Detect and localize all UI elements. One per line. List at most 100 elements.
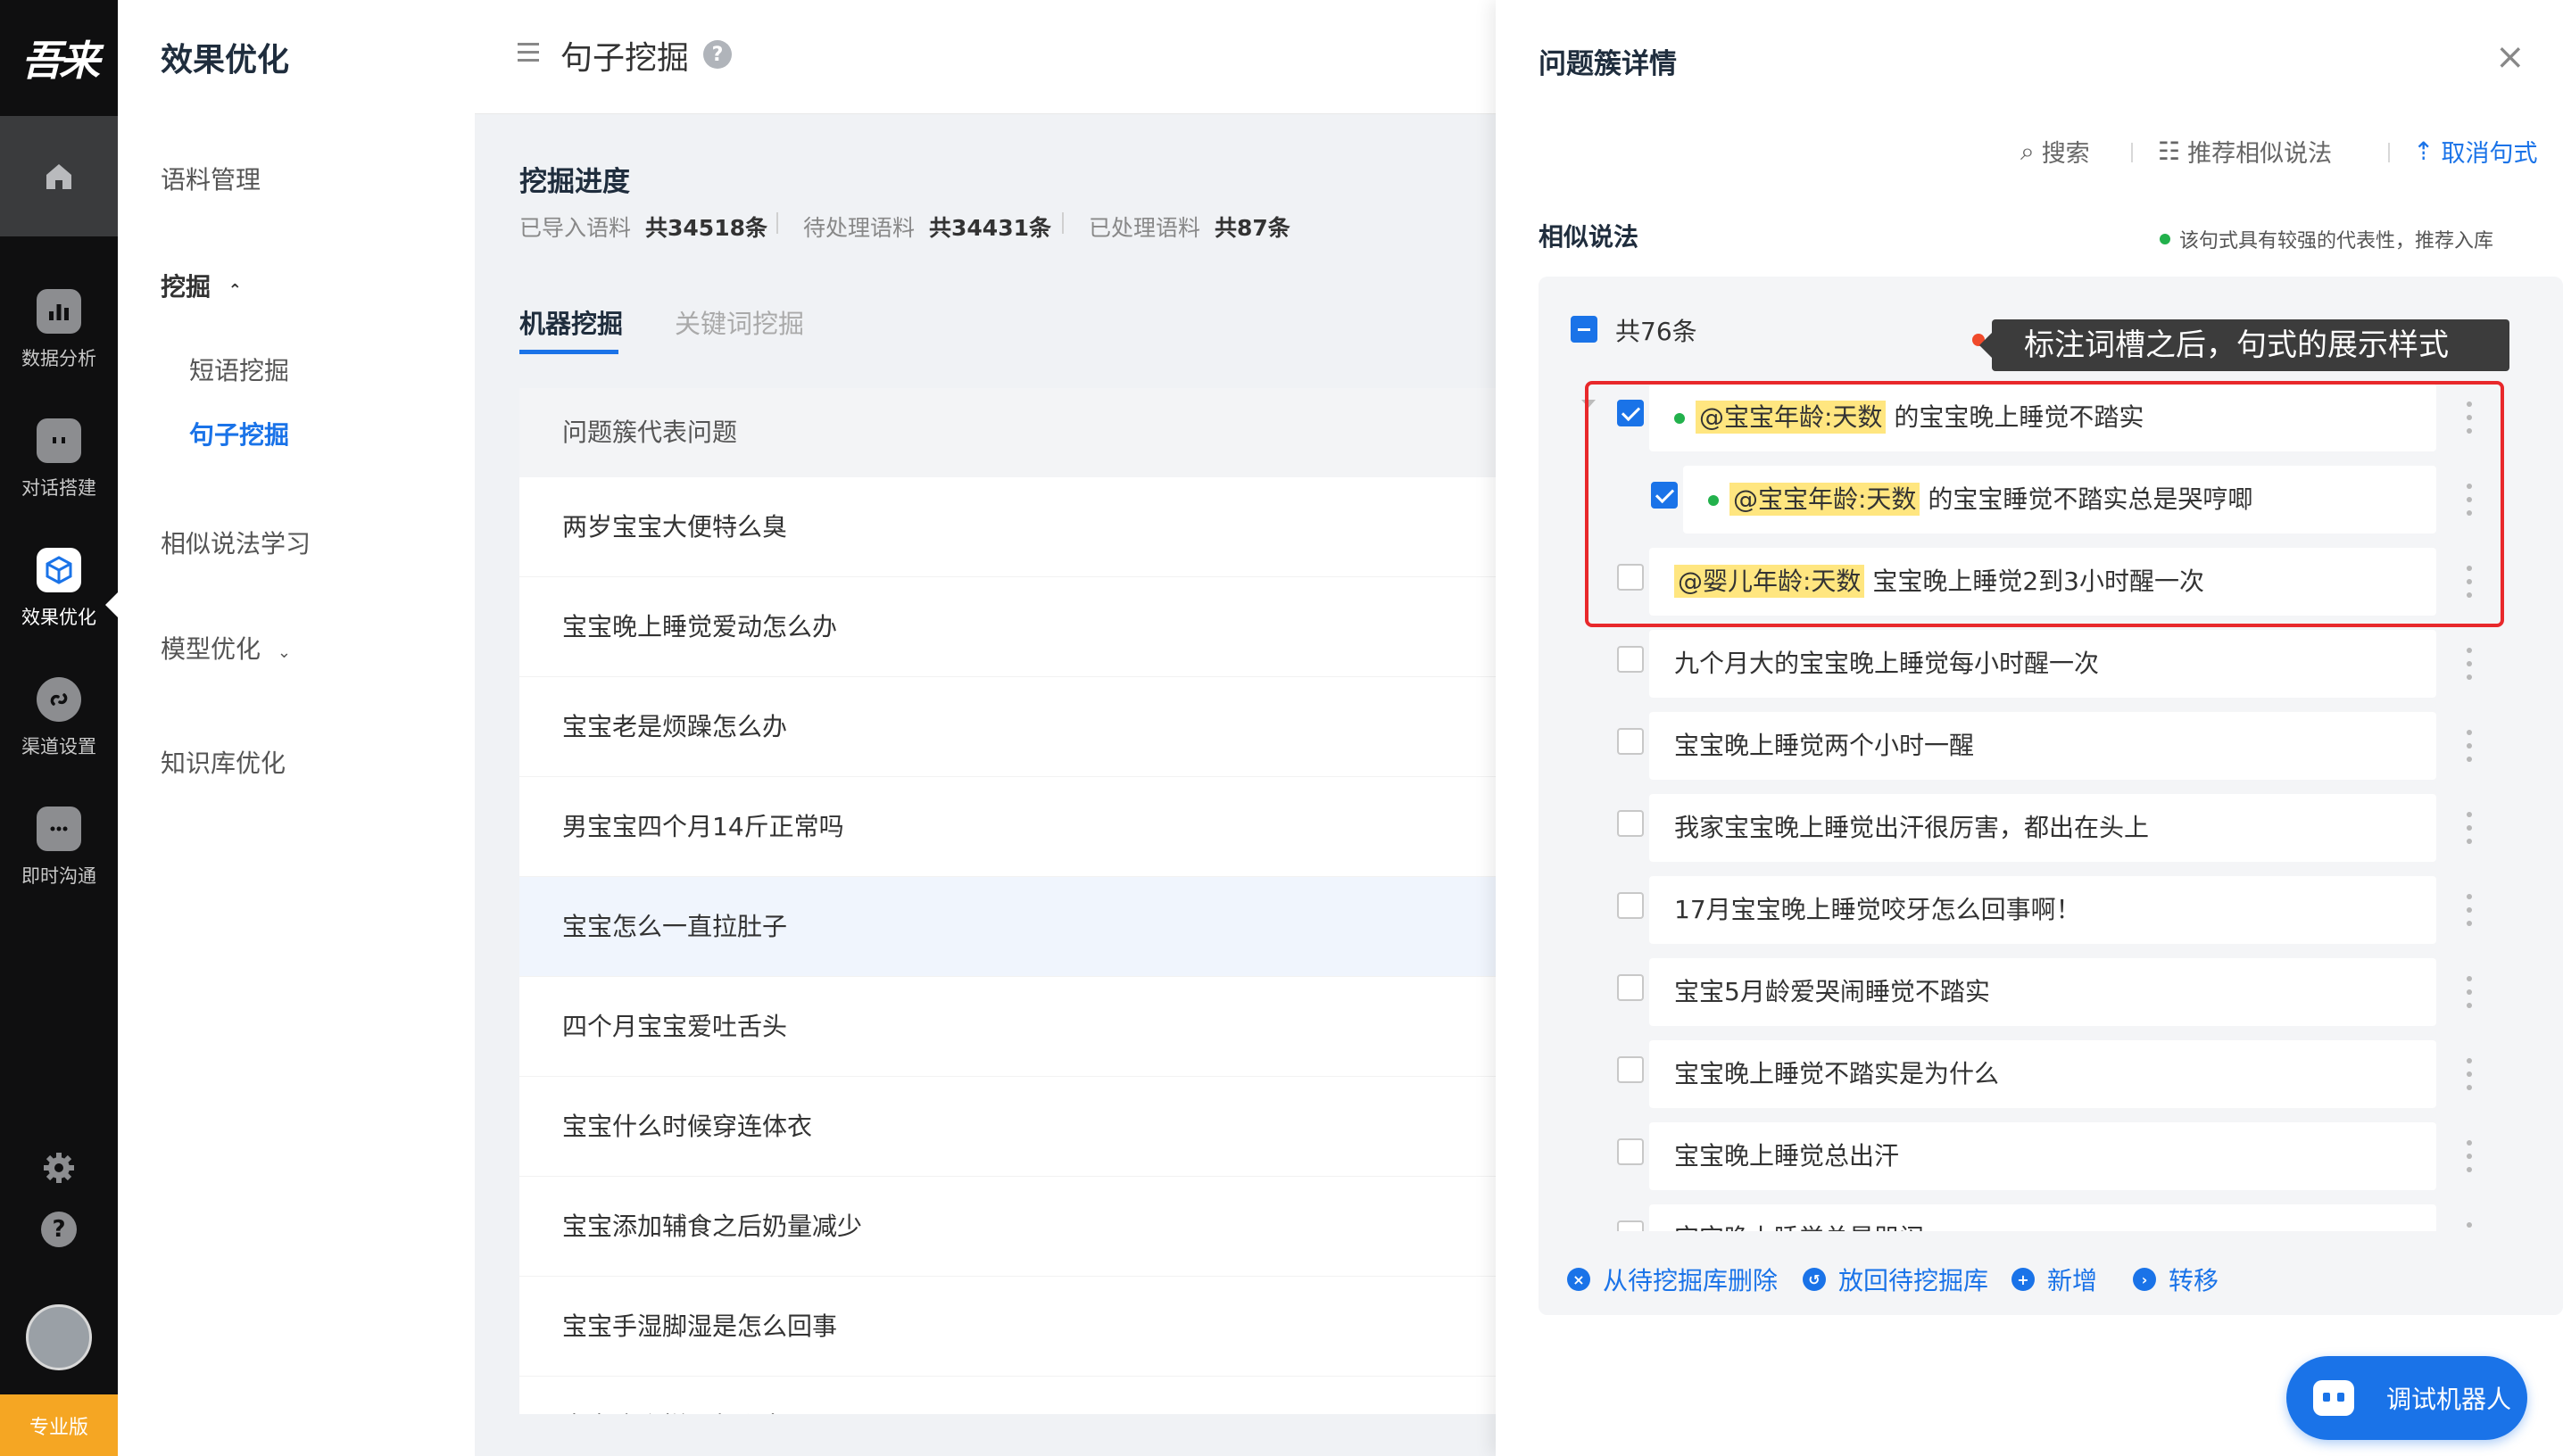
active-indicator	[105, 592, 118, 617]
more-icon[interactable]	[2467, 1140, 2472, 1172]
rail-item-channel-settings[interactable]: 渠道设置	[0, 660, 118, 776]
tab-machine-mining[interactable]: 机器挖掘	[519, 303, 623, 341]
rail-label: 渠道设置	[21, 736, 96, 757]
list-item[interactable]: 我家宝宝晚上睡觉出汗很厉害，都出在头上	[1649, 794, 2436, 862]
app-logo: 吾来	[21, 37, 100, 85]
return-to-pending-button[interactable]: ↺ 放回待挖掘库	[1803, 1262, 1988, 1297]
item-checkbox[interactable]	[1617, 1138, 1644, 1165]
stat-pending: 待处理语料 共34431条	[803, 215, 1051, 241]
rail-item-data-analysis[interactable]: 数据分析	[0, 272, 118, 388]
toolbar-divider	[2131, 143, 2133, 162]
gear-icon	[44, 1153, 74, 1183]
plus-circle-icon: +	[2011, 1268, 2035, 1291]
transfer-button[interactable]: › 转移	[2133, 1262, 2219, 1297]
question-icon: ?	[52, 1216, 66, 1243]
annotation-highlight-box	[1585, 381, 2504, 627]
nav-item-corpus[interactable]: 语料管理	[161, 161, 261, 196]
more-icon[interactable]	[2467, 976, 2472, 1008]
list-item[interactable]: 九个月大的宝宝晚上睡觉每小时醒一次	[1649, 630, 2436, 698]
nav-item-sentence-mining[interactable]: 句子挖掘	[189, 416, 289, 451]
recommend-similar-button[interactable]: ☷ 推荐相似说法	[2158, 134, 2332, 169]
table-row[interactable]: 宝宝手湿脚湿是怎么回事	[519, 1277, 1496, 1377]
tab-keyword-mining[interactable]: 关键词挖掘	[675, 303, 804, 341]
add-button[interactable]: + 新增	[2011, 1262, 2097, 1297]
debug-robot-button[interactable]: 调试机器人	[2286, 1356, 2527, 1440]
chat-icon	[37, 807, 81, 851]
more-icon[interactable]	[2467, 894, 2472, 926]
item-checkbox[interactable]	[1617, 646, 1644, 673]
undo-circle-icon: ↺	[1803, 1268, 1826, 1291]
more-icon[interactable]	[2467, 730, 2472, 762]
nav-item-mining[interactable]: 挖掘 ⌃	[161, 268, 242, 303]
nav-title: 效果优化	[161, 42, 290, 79]
list-user-icon: ☷	[2158, 136, 2181, 166]
table-row[interactable]: 宝宝怎么一直拉肚子	[519, 877, 1496, 977]
select-all-checkbox[interactable]	[1571, 316, 1597, 343]
table-row[interactable]: 两岁宝宝大便特么臭	[519, 477, 1496, 577]
item-checkbox[interactable]	[1617, 728, 1644, 755]
list-item[interactable]: 17月宝宝晚上睡觉咬牙怎么回事啊！	[1649, 876, 2436, 944]
annotation-tooltip: 标注词槽之后，句式的展示样式	[1979, 319, 2509, 371]
chevron-up-icon: ⌃	[228, 281, 242, 300]
more-icon[interactable]	[2467, 648, 2472, 680]
table-row[interactable]: 宝宝添加辅食之后奶量减少	[519, 1177, 1496, 1277]
rail-label: 数据分析	[21, 348, 96, 369]
help-icon[interactable]: ?	[703, 40, 732, 69]
nav-item-kb-opt[interactable]: 知识库优化	[161, 744, 286, 780]
rail-label: 对话搭建	[21, 477, 96, 499]
secondary-nav: 效果优化 语料管理 挖掘 ⌃ 短语挖掘 句子挖掘 相似说法学习 模型优化 ⌄ 知…	[118, 0, 475, 1456]
list-item[interactable]: 宝宝晚上睡觉总出汗	[1649, 1122, 2436, 1190]
home-button[interactable]	[0, 116, 118, 236]
avatar[interactable]	[26, 1304, 92, 1370]
settings-button[interactable]	[37, 1146, 81, 1190]
icon-rail: 吾来 数据分析 对话搭建 效果优化 渠道设置 即时沟通 ? 专业版	[0, 0, 118, 1456]
rail-item-dialog-build[interactable]: 对话搭建	[0, 401, 118, 517]
rail-item-effect-optimize[interactable]: 效果优化	[0, 531, 118, 647]
toolbar-divider	[2388, 143, 2390, 162]
delete-from-pending-button[interactable]: × 从待挖掘库删除	[1567, 1262, 1778, 1297]
stat-divider	[1062, 212, 1064, 234]
list-item[interactable]: 宝宝5月龄爱哭闹睡觉不踏实	[1649, 958, 2436, 1026]
list-item[interactable]: 宝宝晚上睡觉两个小时一醒	[1649, 712, 2436, 780]
cluster-detail-drawer: 问题簇详情 × ⌕ 搜索 ☷ 推荐相似说法 ⇡ 取消句式 相似说法 该句式具有较强的代…	[1496, 0, 2563, 1456]
nav-item-similar-learning[interactable]: 相似说法学习	[161, 525, 311, 560]
cancel-pattern-button[interactable]: ⇡ 取消句式	[2413, 134, 2537, 169]
search-icon: ⌕	[2020, 136, 2035, 166]
arrow-right-circle-icon: ›	[2133, 1268, 2156, 1291]
link-icon	[37, 677, 81, 722]
green-dot-icon	[2160, 234, 2170, 244]
recommend-hint: 该句式具有较强的代表性，推荐入库	[2160, 225, 2493, 253]
item-checkbox[interactable]	[1617, 1056, 1644, 1083]
nav-item-model-opt[interactable]: 模型优化 ⌄	[161, 630, 291, 666]
close-icon[interactable]: ×	[2495, 39, 2526, 75]
more-icon[interactable]	[2467, 1058, 2472, 1090]
table-row[interactable]: 宝宝晚上睡觉爱动怎么办	[519, 577, 1496, 677]
stat-processed: 已处理语料 共87条	[1089, 215, 1290, 241]
cube-icon	[37, 548, 81, 592]
edition-badge: 专业版	[0, 1394, 118, 1456]
table-header: 问题簇代表问题	[519, 388, 1496, 477]
table-row[interactable]: 宝宝这个样子怎么办	[519, 1377, 1496, 1414]
table-row[interactable]: 男宝宝四个月14斤正常吗	[519, 777, 1496, 877]
progress-title: 挖掘进度	[519, 166, 630, 198]
item-checkbox[interactable]	[1617, 810, 1644, 837]
sort-icon: ⇡	[2413, 136, 2434, 166]
page-title: 句子挖掘	[560, 40, 690, 77]
rail-label: 效果优化	[21, 607, 96, 628]
search-button[interactable]: ⌕ 搜索	[2020, 134, 2090, 169]
item-checkbox[interactable]	[1617, 892, 1644, 919]
nav-item-phrase-mining[interactable]: 短语挖掘	[189, 352, 289, 387]
help-button[interactable]: ?	[41, 1212, 77, 1247]
table-row[interactable]: 四个月宝宝爱吐舌头	[519, 977, 1496, 1077]
rail-item-instant-chat[interactable]: 即时沟通	[0, 790, 118, 906]
more-icon[interactable]	[2467, 812, 2472, 844]
item-checkbox[interactable]	[1617, 974, 1644, 1001]
table-row[interactable]: 宝宝老是烦躁怎么办	[519, 677, 1496, 777]
question-table: 问题簇代表问题 两岁宝宝大便特么臭 宝宝晚上睡觉爱动怎么办 宝宝老是烦躁怎么办 …	[519, 388, 1496, 1414]
menu-icon[interactable]	[518, 43, 539, 64]
active-tab-indicator	[519, 350, 618, 354]
total-count: 共76条	[1615, 317, 1697, 346]
list-item[interactable]: 宝宝晚上睡觉不踏实是为什么	[1649, 1040, 2436, 1108]
table-row[interactable]: 宝宝什么时候穿连体衣	[519, 1077, 1496, 1177]
rail-label: 即时沟通	[21, 865, 96, 887]
